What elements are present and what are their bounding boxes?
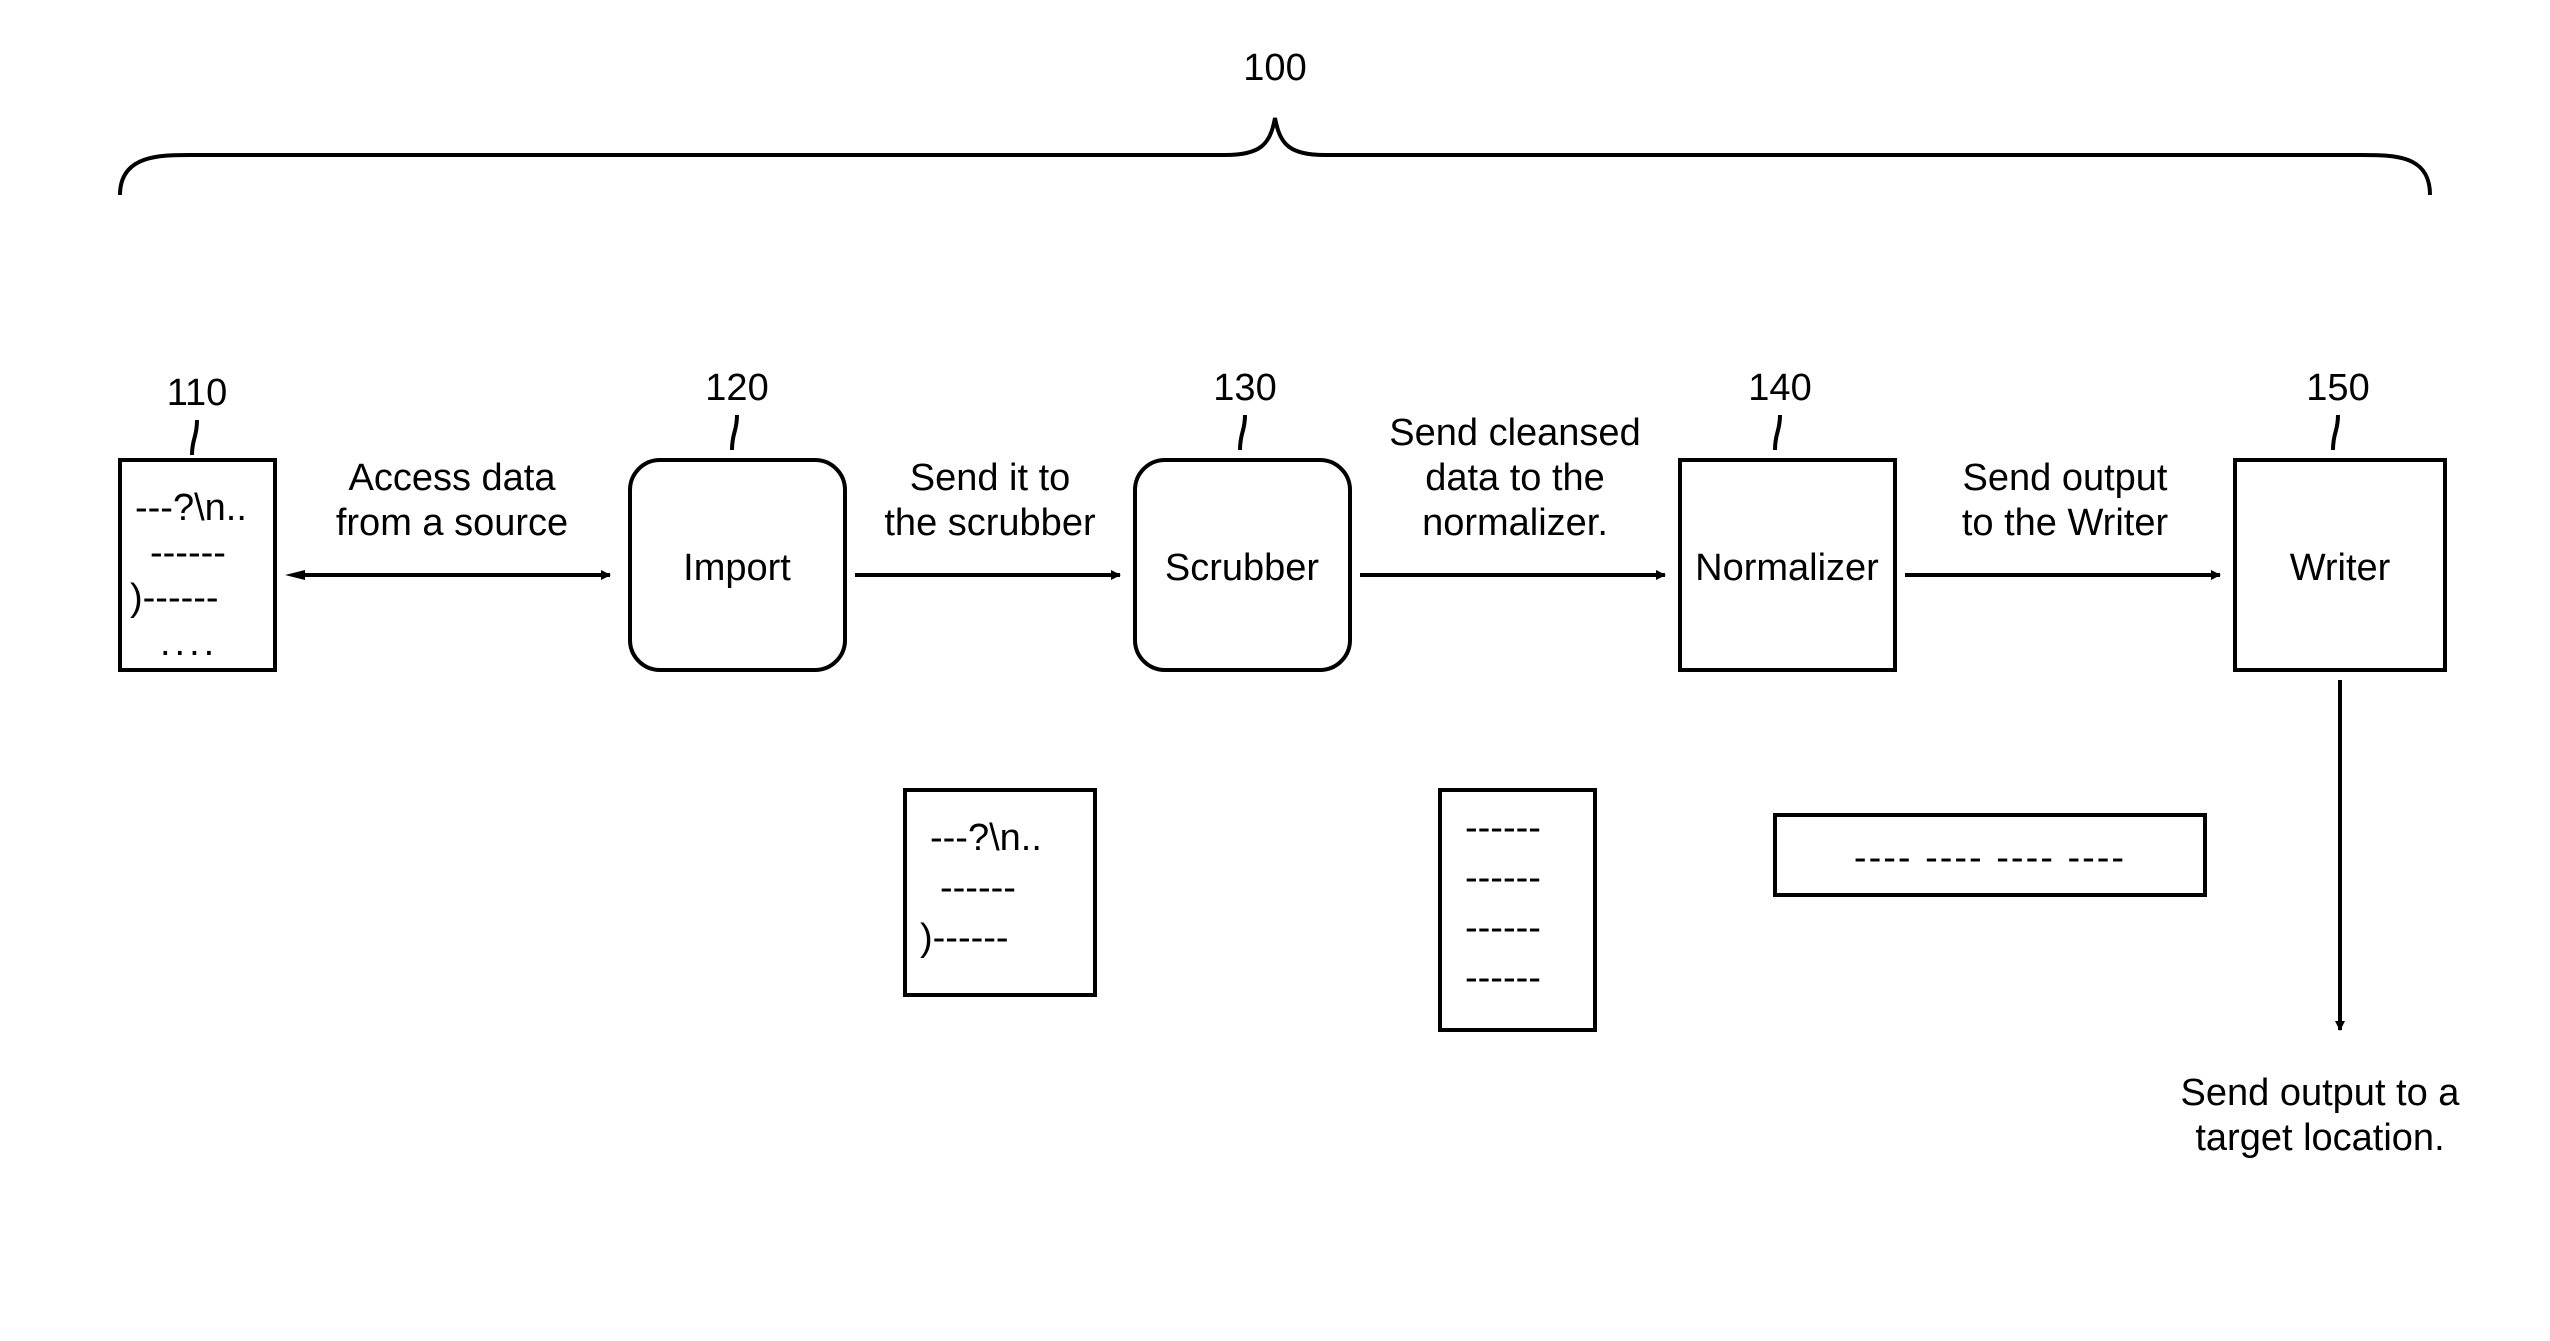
- svg-text:---- ---- ---- ----: ---- ---- ---- ----: [1854, 837, 2126, 879]
- svg-text:------: ------: [1465, 907, 1541, 949]
- svg-text:130: 130: [1213, 367, 1276, 409]
- overall-bracket: 100: [120, 47, 2430, 195]
- arrow-scrubber-normalizer: Send cleansed data to the normalizer.: [1360, 412, 1665, 575]
- arrow-normalizer-writer: Send output to the Writer: [1905, 457, 2220, 575]
- import-label: Import: [683, 547, 791, 589]
- svg-text:------: ------: [940, 867, 1016, 909]
- ref-140: 140: [1748, 367, 1811, 450]
- svg-text:normalizer.: normalizer.: [1422, 502, 1608, 544]
- scrubber-label: Scrubber: [1165, 547, 1320, 589]
- ref-120: 120: [705, 367, 768, 450]
- normalizer-label: Normalizer: [1695, 547, 1879, 589]
- svg-text:data to the: data to the: [1425, 457, 1605, 499]
- svg-text:------: ------: [1465, 957, 1541, 999]
- writer-block: Writer: [2235, 460, 2445, 670]
- svg-text:---?\n..: ---?\n..: [135, 487, 247, 529]
- arrow-source-import: Access data from a source: [285, 457, 610, 580]
- svg-text:140: 140: [1748, 367, 1811, 409]
- svg-text:to the Writer: to the Writer: [1962, 502, 2169, 544]
- svg-text:....: ....: [160, 622, 218, 664]
- svg-text:Send output: Send output: [1963, 457, 2168, 499]
- ref-110: 110: [167, 372, 228, 455]
- svg-text:target location.: target location.: [2195, 1117, 2444, 1159]
- sample-doc-3: ---- ---- ---- ----: [1775, 815, 2205, 895]
- overall-ref: 100: [1243, 47, 1306, 89]
- arrow-import-scrubber: Send it to the scrubber: [855, 457, 1120, 575]
- svg-text:the scrubber: the scrubber: [884, 502, 1096, 544]
- import-block: Import: [630, 460, 845, 670]
- writer-label: Writer: [2290, 547, 2391, 589]
- svg-text:---?\n..: ---?\n..: [930, 817, 1042, 859]
- normalizer-block: Normalizer: [1680, 460, 1895, 670]
- svg-text:110: 110: [167, 372, 228, 414]
- svg-text:------: ------: [1465, 857, 1541, 899]
- scrubber-block: Scrubber: [1135, 460, 1350, 670]
- svg-text:Send cleansed: Send cleansed: [1389, 412, 1640, 454]
- svg-text:)------: )------: [130, 577, 219, 619]
- svg-text:)------: )------: [920, 917, 1009, 959]
- source-block: ---?\n.. ------ )------ ....: [120, 460, 275, 670]
- sample-doc-2: ------ ------ ------ ------: [1440, 790, 1595, 1030]
- svg-text:Send it to: Send it to: [910, 457, 1071, 499]
- svg-text:150: 150: [2306, 367, 2369, 409]
- svg-text:------: ------: [150, 532, 226, 574]
- ref-150: 150: [2306, 367, 2369, 450]
- svg-text:Send output to a: Send output to a: [2181, 1072, 2461, 1114]
- ref-130: 130: [1213, 367, 1276, 450]
- svg-text:Access data: Access data: [349, 457, 557, 499]
- svg-text:from a source: from a source: [336, 502, 568, 544]
- arrow-writer-output: Send output to a target location.: [2181, 680, 2461, 1159]
- svg-text:120: 120: [705, 367, 768, 409]
- svg-text:------: ------: [1465, 807, 1541, 849]
- sample-doc-1: ---?\n.. ------ )------: [905, 790, 1095, 995]
